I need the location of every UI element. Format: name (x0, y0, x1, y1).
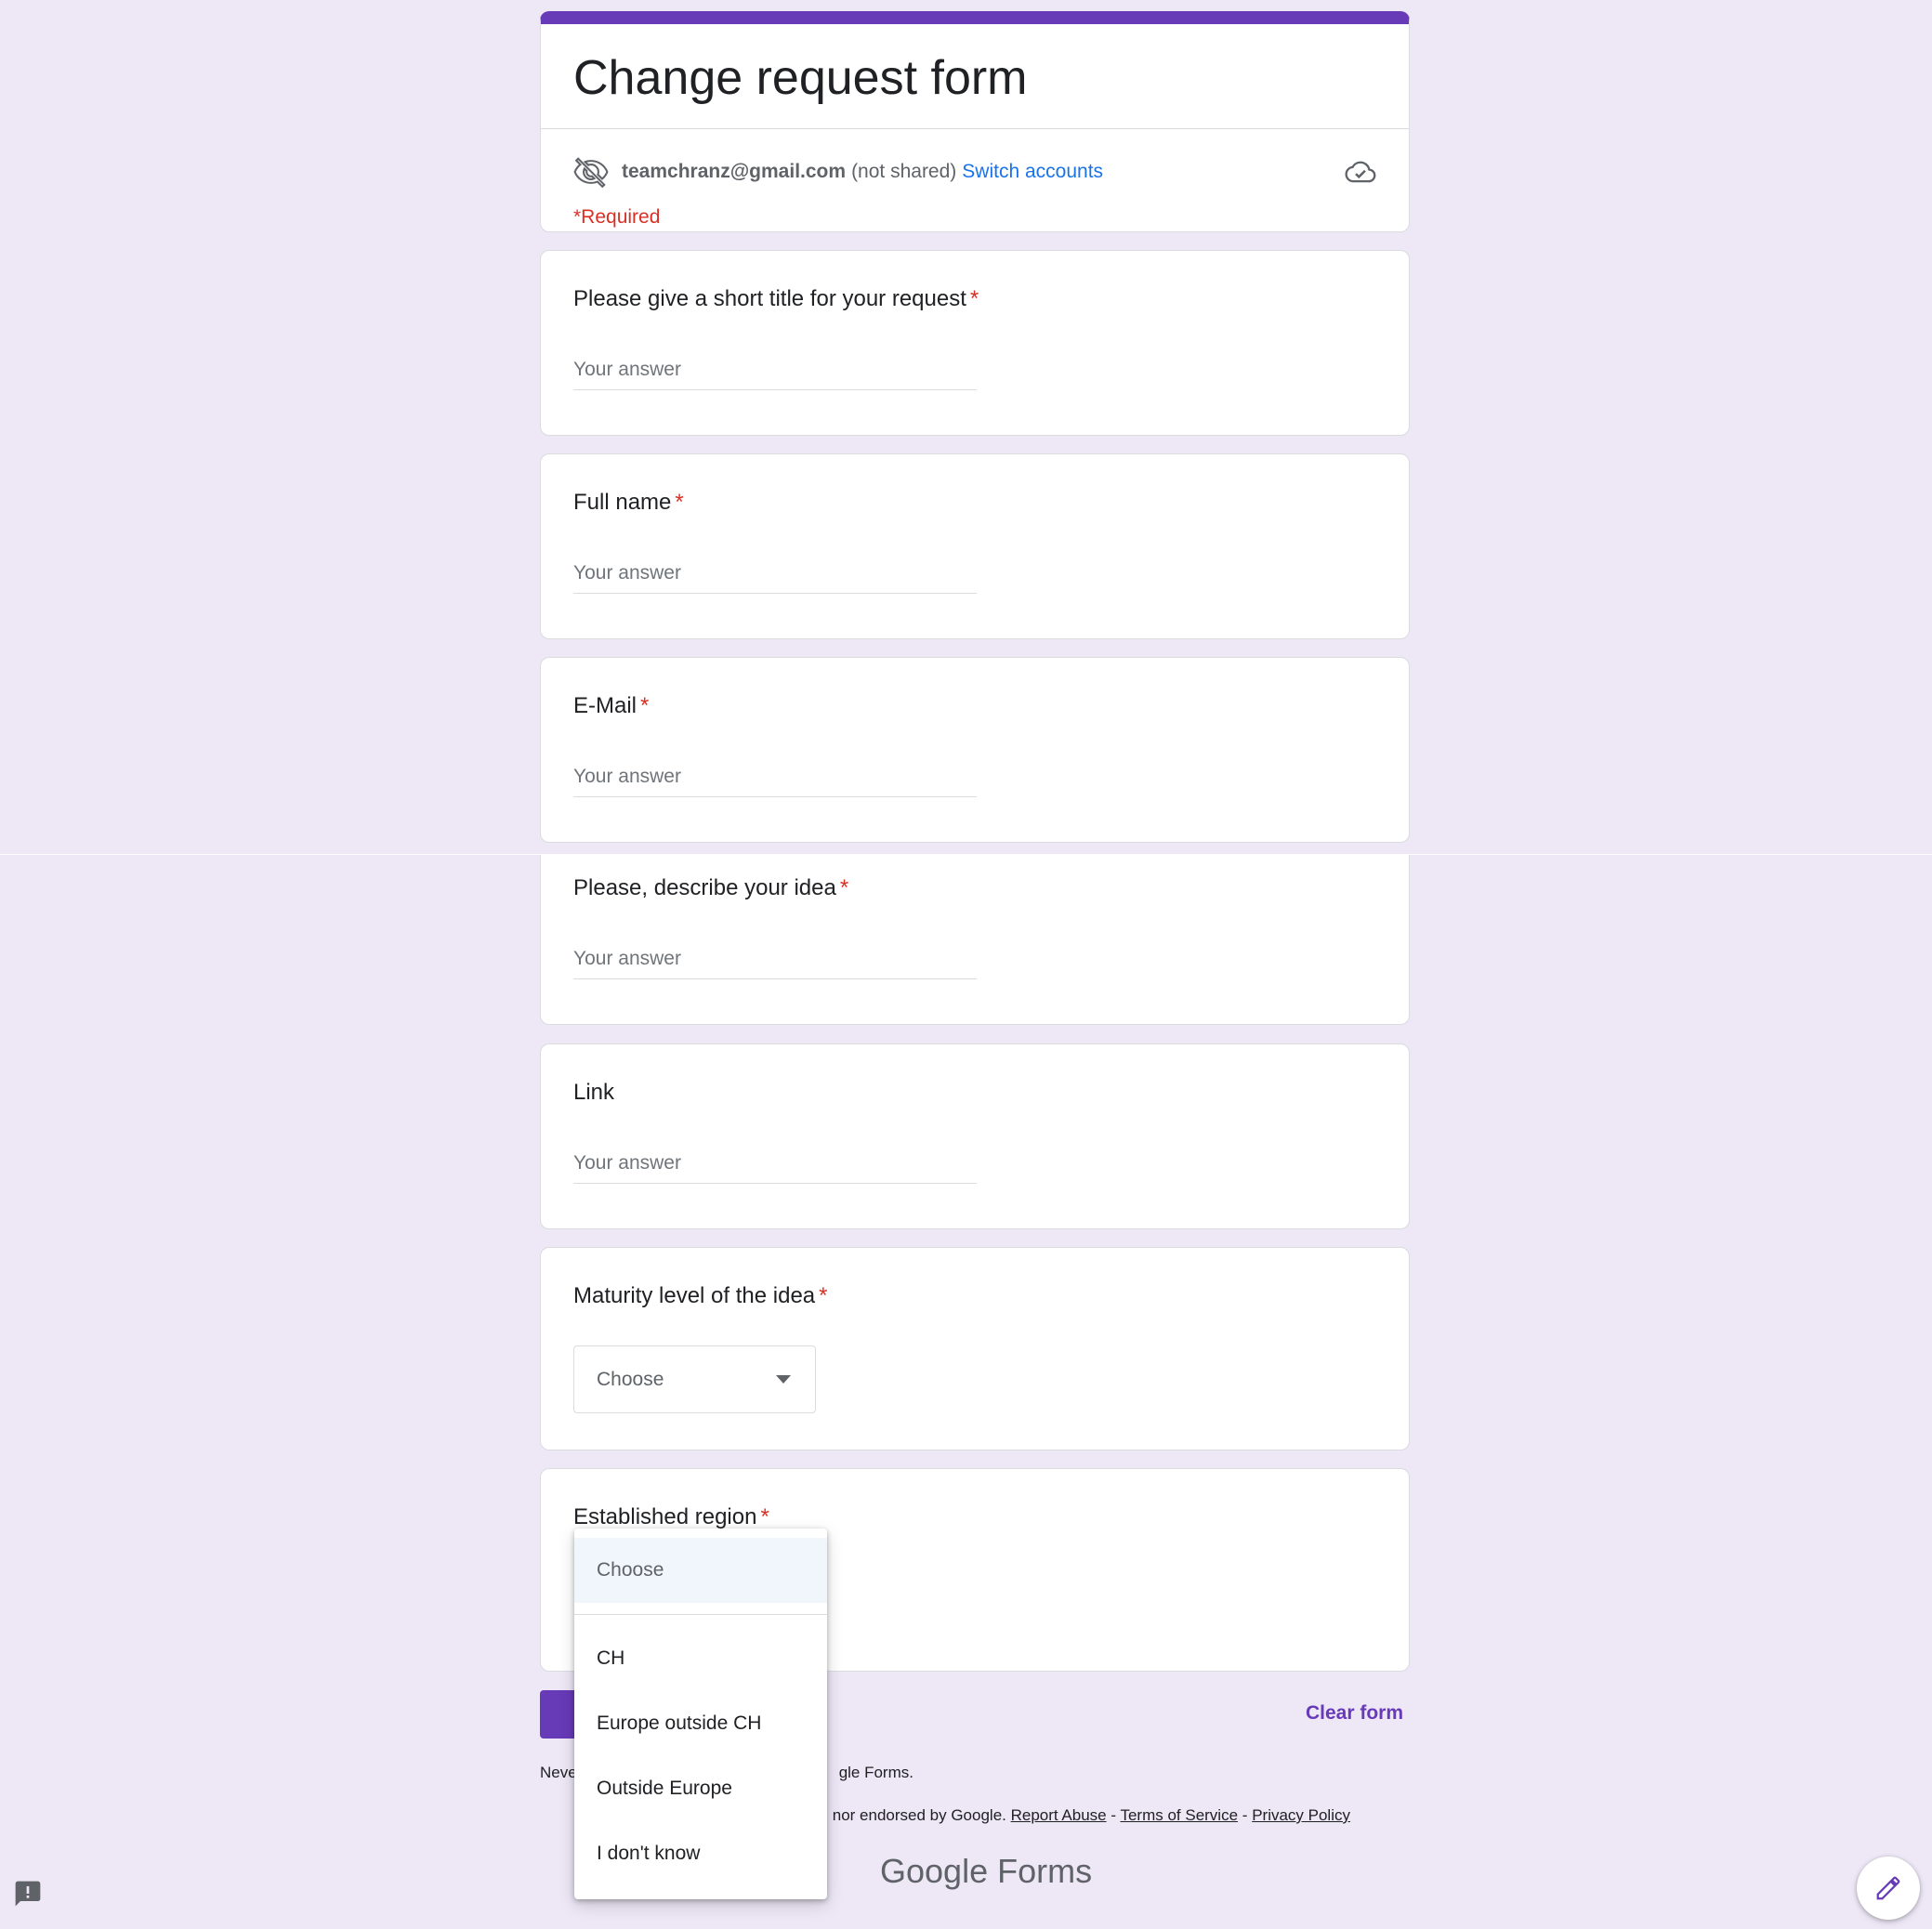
question-card-title: Please give a short title for your reque… (540, 250, 1410, 436)
account-row: teamchranz@gmail.com (not shared) Switch… (573, 149, 1376, 195)
google-forms-logo[interactable]: Google Forms (880, 1852, 1092, 1891)
question-card-link: Link (540, 1043, 1410, 1229)
chevron-down-icon (776, 1375, 791, 1384)
short-title-input[interactable] (573, 355, 977, 390)
account-shared-status: (not shared) (851, 161, 957, 182)
pencil-icon (1876, 1876, 1900, 1900)
region-option-ch[interactable]: CH (574, 1626, 827, 1691)
select-value: Choose (597, 1368, 664, 1390)
required-star: * (969, 286, 979, 311)
maturity-select[interactable]: Choose (573, 1345, 816, 1413)
question-label: Full name * (573, 490, 684, 515)
cloud-done-icon (1345, 161, 1376, 183)
required-star: * (760, 1504, 769, 1529)
terms-link[interactable]: Terms of Service (1120, 1806, 1238, 1824)
required-star: * (675, 490, 684, 515)
form-page: Change request form teamchranz@gmail.com… (0, 0, 1932, 1929)
email-input[interactable] (573, 762, 977, 797)
required-star: * (839, 875, 849, 900)
region-option-choose[interactable]: Choose (574, 1538, 827, 1603)
region-option-outside-europe[interactable]: Outside Europe (574, 1756, 827, 1821)
privacy-link[interactable]: Privacy Policy (1252, 1806, 1350, 1824)
required-star: * (819, 1283, 828, 1308)
form-title: Change request form (573, 51, 1028, 105)
link-input[interactable] (573, 1148, 977, 1184)
required-note: *Required (573, 206, 661, 228)
region-option-dont-know[interactable]: I don't know (574, 1821, 827, 1886)
required-star: * (640, 693, 650, 718)
question-card-describe-idea: Please, describe your idea * (540, 855, 1410, 1025)
header-divider (541, 128, 1409, 129)
question-label: Please give a short title for your reque… (573, 286, 979, 311)
account-email: teamchranz@gmail.com (622, 161, 847, 182)
region-option-europe-outside-ch[interactable]: Europe outside CH (574, 1691, 827, 1756)
feedback-icon[interactable] (13, 1879, 43, 1909)
switch-accounts-link[interactable]: Switch accounts (962, 161, 1103, 183)
question-card-full-name: Full name * (540, 453, 1410, 639)
question-label: Maturity level of the idea * (573, 1283, 828, 1308)
describe-idea-input[interactable] (573, 944, 977, 979)
question-label: E-Mail * (573, 693, 650, 718)
question-card-maturity: Maturity level of the idea * Choose (540, 1247, 1410, 1450)
dropdown-divider (574, 1614, 827, 1615)
clear-form-link[interactable]: Clear form (1292, 1702, 1403, 1725)
region-dropdown-menu: Choose CH Europe outside CH Outside Euro… (574, 1529, 827, 1899)
question-label: Established region * (573, 1504, 769, 1529)
report-abuse-link[interactable]: Report Abuse (1011, 1806, 1107, 1824)
form-header-card: Change request form teamchranz@gmail.com… (540, 11, 1410, 232)
question-label: Link (573, 1080, 615, 1105)
full-name-input[interactable] (573, 558, 977, 594)
edit-button[interactable] (1857, 1857, 1920, 1920)
eye-off-icon (573, 157, 609, 189)
question-label: Please, describe your idea * (573, 875, 849, 900)
question-card-email: E-Mail * (540, 657, 1410, 843)
